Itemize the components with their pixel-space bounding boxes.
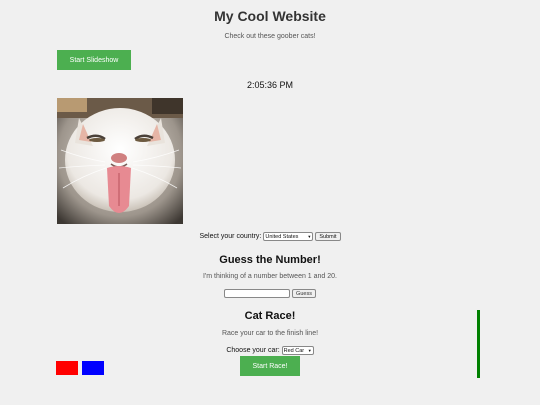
start-slideshow-button[interactable]: Start Slideshow: [57, 50, 131, 70]
country-select[interactable]: United States ▼: [263, 232, 314, 241]
page-tagline: Check out these goober cats!: [224, 33, 316, 40]
chevron-down-icon: ▼: [307, 234, 312, 239]
country-form: Select your country: United States ▼ Sub…: [0, 232, 540, 241]
country-label: Select your country:: [199, 233, 262, 240]
guess-input[interactable]: [224, 289, 291, 298]
blue-car: [82, 361, 104, 375]
car-form: Choose your car: Red Car ▼: [0, 346, 540, 355]
country-select-value: United States: [265, 233, 299, 240]
guess-button[interactable]: Guess: [292, 289, 316, 298]
red-car: [56, 361, 78, 375]
cat-race-title: Cat Race!: [244, 310, 296, 322]
chevron-down-icon: ▼: [307, 348, 312, 353]
car-label: Choose your car:: [226, 347, 280, 354]
submit-button[interactable]: Submit: [315, 232, 341, 241]
cat-photo-illustration: [57, 98, 183, 224]
cat-race-description: Race your car to the finish line!: [221, 330, 319, 337]
start-race-button[interactable]: Start Race!: [240, 356, 300, 376]
car-select[interactable]: Red Car ▼: [281, 346, 314, 355]
guess-game-description: I'm thinking of a number between 1 and 2…: [202, 273, 338, 280]
finish-line: [477, 310, 480, 378]
page-title: My Cool Website: [214, 8, 326, 24]
cat-photo: [57, 98, 183, 224]
guess-form: Guess: [0, 289, 540, 298]
car-select-value: Red Car: [283, 347, 305, 354]
clock-display: 2:05:36 PM: [246, 80, 294, 90]
guess-game-title: Guess the Number!: [219, 254, 321, 266]
